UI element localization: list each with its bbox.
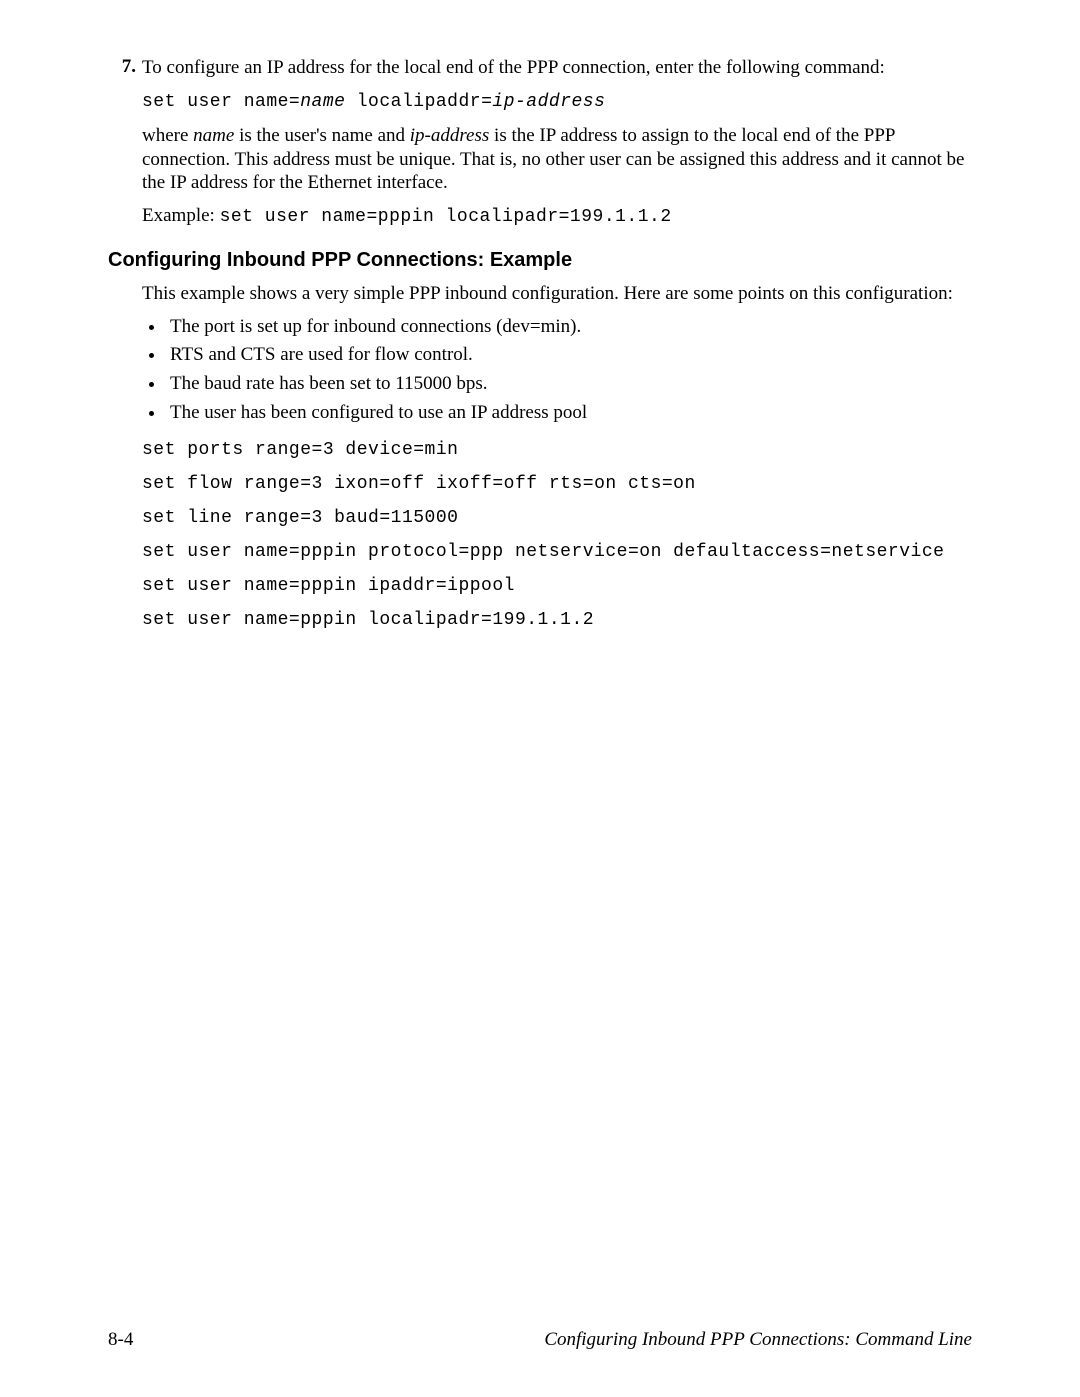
- step-command: set user name=name localipaddr=ip-addres…: [142, 92, 972, 112]
- code-line: set user name=pppin protocol=ppp netserv…: [142, 542, 972, 562]
- step-number: 7.: [108, 56, 142, 80]
- where-p1: where: [142, 125, 193, 146]
- footer: 8-4 Configuring Inbound PPP Connections:…: [108, 1329, 972, 1351]
- code-line: set flow range=3 ixon=off ixoff=off rts=…: [142, 474, 972, 494]
- example-code: set user name=pppin localipadr=199.1.1.2: [220, 207, 672, 227]
- bullet-item: The user has been configured to use an I…: [166, 400, 972, 427]
- bullet-item: RTS and CTS are used for flow control.: [166, 342, 972, 369]
- code-line: set user name=pppin ipaddr=ippool: [142, 576, 972, 596]
- page-number: 8-4: [108, 1329, 133, 1351]
- step-text: To configure an IP address for the local…: [142, 56, 972, 80]
- section-title: Configuring Inbound PPP Connections: Exa…: [108, 249, 972, 272]
- where-i2: ip-address: [410, 125, 490, 146]
- step-example: Example: set user name=pppin localipadr=…: [142, 205, 972, 227]
- code-line: set line range=3 baud=115000: [142, 508, 972, 528]
- cmd-param-name: name: [300, 92, 345, 112]
- bullet-item: The port is set up for inbound connectio…: [166, 314, 972, 341]
- code-line: set ports range=3 device=min: [142, 440, 972, 460]
- step-7: 7. To configure an IP address for the lo…: [108, 56, 972, 80]
- bullet-list: The port is set up for inbound connectio…: [142, 314, 972, 426]
- cmd-mid: localipaddr=: [345, 92, 492, 112]
- code-block: set ports range=3 device=min set flow ra…: [142, 440, 972, 630]
- bullet-item: The baud rate has been set to 115000 bps…: [166, 371, 972, 398]
- where-p2: is the user's name and: [234, 125, 409, 146]
- cmd-param-ip: ip-address: [492, 92, 605, 112]
- footer-title: Configuring Inbound PPP Connections: Com…: [544, 1329, 972, 1351]
- where-i1: name: [193, 125, 234, 146]
- step-where: where name is the user's name and ip-add…: [142, 124, 972, 195]
- code-line: set user name=pppin localipadr=199.1.1.2: [142, 610, 972, 630]
- example-label: Example:: [142, 205, 220, 226]
- page: 7. To configure an IP address for the lo…: [0, 0, 1080, 1397]
- section-intro: This example shows a very simple PPP inb…: [142, 282, 972, 306]
- cmd-prefix: set user name=: [142, 92, 300, 112]
